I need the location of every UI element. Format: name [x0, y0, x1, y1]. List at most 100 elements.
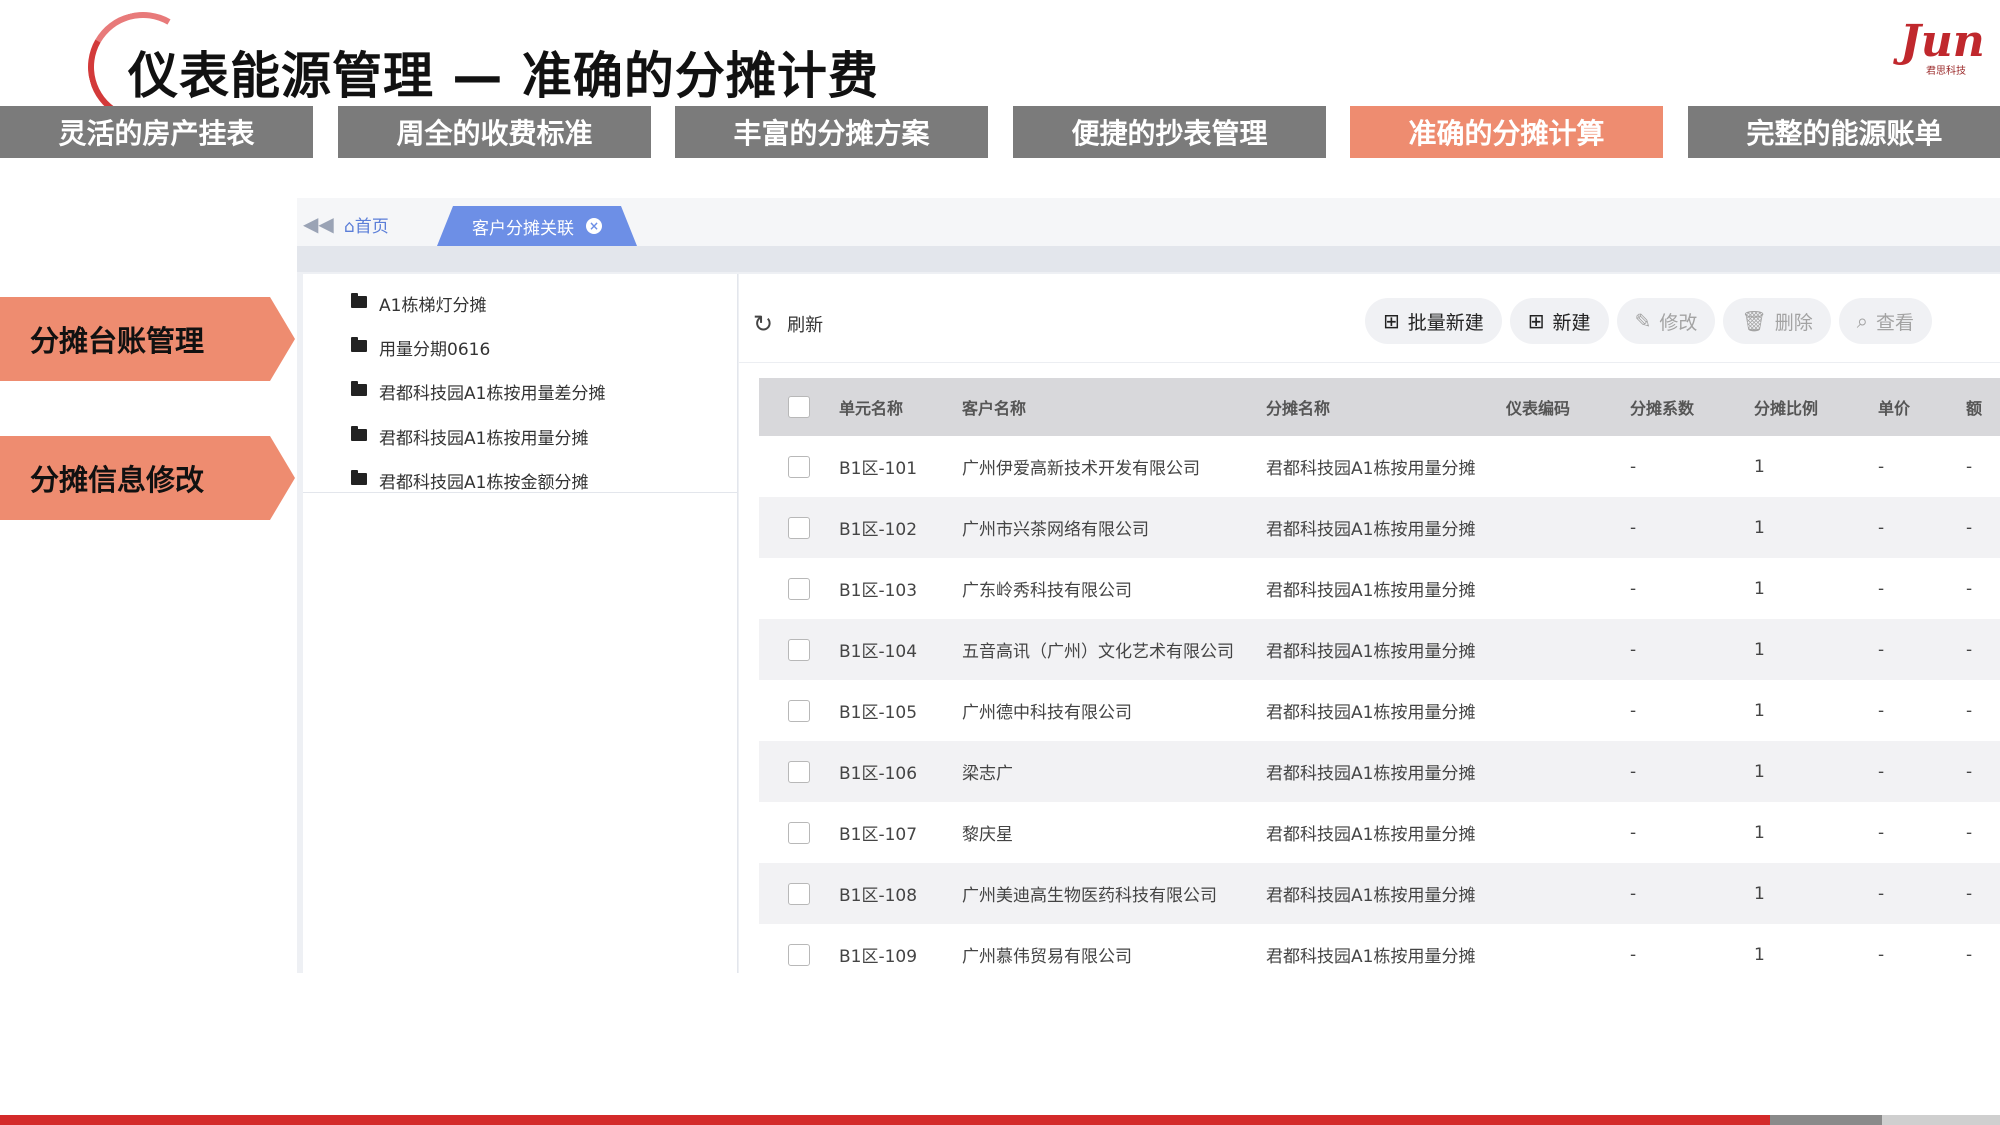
cell-unit-price: -	[1878, 944, 1885, 965]
row-checkbox[interactable]	[788, 577, 810, 600]
tree-item[interactable]: 君都科技园A1栋按用量差分摊	[351, 379, 605, 404]
cell-coefficient: -	[1630, 639, 1637, 660]
cell-ratio: 1	[1754, 456, 1765, 477]
row-checkbox[interactable]	[788, 516, 810, 539]
row-checkbox[interactable]	[788, 943, 810, 966]
feature-tab-energy-bill[interactable]: 完整的能源账单	[1688, 106, 2000, 158]
tree-item-label: 用量分期0616	[379, 339, 491, 360]
cell-unit-name: B1区-109	[839, 947, 918, 967]
table-row[interactable]: B1区-108 广州美迪高生物医药科技有限公司 君都科技园A1栋按用量分摊 - 1 - -	[759, 863, 2000, 924]
feature-tab-meter-reading[interactable]: 便捷的抄表管理	[1013, 106, 1326, 158]
feature-tab-allocation-plan[interactable]: 丰富的分摊方案	[675, 106, 988, 158]
cell-unit-price: -	[1878, 639, 1885, 660]
cell-ratio: 1	[1754, 883, 1765, 904]
cell-customer-name: 广州德中科技有限公司	[962, 703, 1132, 723]
tab-customer-allocation[interactable]: 客户分摊关联 ×	[437, 206, 637, 246]
company-logo: Jun 君思科技	[1900, 16, 1986, 77]
row-checkbox[interactable]	[788, 882, 810, 905]
cell-amount: -	[1966, 944, 1973, 965]
table-row[interactable]: B1区-109 广州慕伟贸易有限公司 君都科技园A1栋按用量分摊 - 1 - -	[759, 924, 2000, 985]
app-strip	[297, 246, 2000, 272]
delete-label: 删除	[1774, 311, 1813, 334]
tree-item[interactable]: 君都科技园A1栋按金额分摊	[351, 468, 588, 493]
row-checkbox[interactable]	[788, 821, 810, 844]
row-checkbox[interactable]	[788, 638, 810, 661]
header-amount[interactable]: 额	[1966, 395, 1996, 419]
cell-ratio: 1	[1754, 700, 1765, 721]
trash-icon: 🗑	[1741, 309, 1767, 333]
footer-bar-grey-dark	[1770, 1115, 1882, 1125]
edit-label: 修改	[1659, 311, 1698, 334]
app-window: ◀◀ ⌂首页 客户分摊关联 × A1栋梯灯分摊 用量分期0616 君都科技园A1…	[297, 198, 2000, 973]
header-allocation-name[interactable]: 分摊名称	[1266, 395, 1506, 419]
row-checkbox[interactable]	[788, 699, 810, 722]
edit-button[interactable]: ✎ 修改	[1616, 298, 1716, 344]
table-row[interactable]: B1区-104 五音高讯（广州）文化艺术有限公司 君都科技园A1栋按用量分摊 - 1 - -	[759, 619, 2000, 680]
cell-unit-name: B1区-102	[839, 520, 918, 540]
cell-coefficient: -	[1630, 578, 1637, 599]
folder-icon	[351, 293, 367, 308]
header-unit-name[interactable]: 单元名称	[839, 395, 962, 419]
table-row[interactable]: B1区-106 梁志广 君都科技园A1栋按用量分摊 - 1 - -	[759, 741, 2000, 802]
tree-item[interactable]: A1栋梯灯分摊	[351, 291, 486, 316]
cell-amount: -	[1966, 822, 1973, 843]
table-row[interactable]: B1区-103 广东岭秀科技有限公司 君都科技园A1栋按用量分摊 - 1 - -	[759, 558, 2000, 619]
footer-bar-grey-light	[1882, 1115, 2000, 1125]
cell-ratio: 1	[1754, 944, 1765, 965]
cell-allocation-name: 君都科技园A1栋按用量分摊	[1266, 947, 1476, 967]
cell-customer-name: 广州慕伟贸易有限公司	[962, 947, 1132, 967]
header-coefficient[interactable]: 分摊系数	[1630, 395, 1754, 419]
select-all-checkbox[interactable]	[788, 396, 810, 418]
folder-icon	[351, 470, 367, 485]
table-header: 单元名称 客户名称 分摊名称 仪表编码 分摊系数 分摊比例 单价 额	[759, 378, 2000, 436]
table-body: B1区-101 广州伊爱高新技术开发有限公司 君都科技园A1栋按用量分摊 -1- - B1…	[759, 436, 2000, 985]
tree-item[interactable]: 君都科技园A1栋按用量分摊	[351, 424, 589, 449]
cell-coefficient: -	[1630, 883, 1637, 904]
view-button[interactable]: ⌕ 查看	[1838, 298, 1932, 344]
home-icon: ⌂	[344, 217, 355, 237]
tree-item-label: 君都科技园A1栋按用量分摊	[379, 428, 589, 449]
table-row[interactable]: B1区-101 广州伊爱高新技术开发有限公司 君都科技园A1栋按用量分摊 - 1 - -	[759, 436, 2000, 497]
app-tab-bar: ◀◀ ⌂首页 客户分摊关联 ×	[297, 198, 2000, 246]
row-select-cell	[759, 760, 839, 783]
header-meter-code[interactable]: 仪表编码	[1506, 395, 1630, 419]
feature-tab-allocation-calc[interactable]: 准确的分摊计算	[1350, 106, 1663, 158]
row-select-cell	[759, 516, 839, 539]
header-ratio[interactable]: 分摊比例	[1754, 395, 1878, 419]
table-row[interactable]: B1区-105 广州德中科技有限公司 君都科技园A1栋按用量分摊 - 1 - -	[759, 680, 2000, 741]
delete-button[interactable]: 🗑 删除	[1723, 298, 1831, 344]
tree-item[interactable]: 用量分期0616	[351, 335, 491, 360]
cell-unit-price: -	[1878, 578, 1885, 599]
double-chevron-left-icon[interactable]: ◀◀	[303, 212, 334, 236]
feature-tab-charge-standard[interactable]: 周全的收费标准	[338, 106, 651, 158]
row-select-cell	[759, 882, 839, 905]
main-panel: ↻ 刷新 ⊞ 批量新建 ⊞ 新建 ✎ 修改 🗑 删除 ⌕ 查看 单元名称 客户名称 分摊名…	[739, 274, 2000, 973]
slide: 仪表能源管理 — 准确的分摊计费 Jun 君思科技 灵活的房产挂表 周全的收费标…	[0, 0, 2000, 1125]
cell-customer-name: 五音高讯（广州）文化艺术有限公司	[962, 642, 1234, 662]
table-row[interactable]: B1区-107 黎庆星 君都科技园A1栋按用量分摊 - 1 - -	[759, 802, 2000, 863]
row-select-cell	[759, 821, 839, 844]
row-select-cell	[759, 638, 839, 661]
row-select-cell	[759, 577, 839, 600]
header-unit-price[interactable]: 单价	[1878, 395, 1966, 419]
refresh-label: 刷新	[787, 315, 824, 336]
plus-square-icon: ⊞	[1383, 309, 1400, 333]
close-icon[interactable]: ×	[586, 218, 602, 234]
cell-ratio: 1	[1754, 761, 1765, 782]
folder-icon	[351, 381, 367, 396]
batch-new-button[interactable]: ⊞ 批量新建	[1365, 298, 1502, 344]
cell-ratio: 1	[1754, 578, 1765, 599]
home-tab[interactable]: ⌂首页	[344, 212, 389, 237]
cell-customer-name: 黎庆星	[962, 825, 1013, 845]
table-row[interactable]: B1区-102 广州市兴茶网络有限公司 君都科技园A1栋按用量分摊 - 1 - -	[759, 497, 2000, 558]
row-checkbox[interactable]	[788, 455, 810, 478]
allocation-tree: A1栋梯灯分摊 用量分期0616 君都科技园A1栋按用量差分摊 君都科技园A1栋…	[303, 274, 738, 973]
feature-tab-property-meter[interactable]: 灵活的房产挂表	[0, 106, 313, 158]
refresh-button[interactable]: ↻ 刷新	[753, 310, 823, 338]
cell-coefficient: -	[1630, 944, 1637, 965]
row-checkbox[interactable]	[788, 760, 810, 783]
new-button[interactable]: ⊞ 新建	[1509, 298, 1609, 344]
cell-amount: -	[1966, 761, 1973, 782]
cell-unit-price: -	[1878, 822, 1885, 843]
header-customer-name[interactable]: 客户名称	[962, 395, 1266, 419]
